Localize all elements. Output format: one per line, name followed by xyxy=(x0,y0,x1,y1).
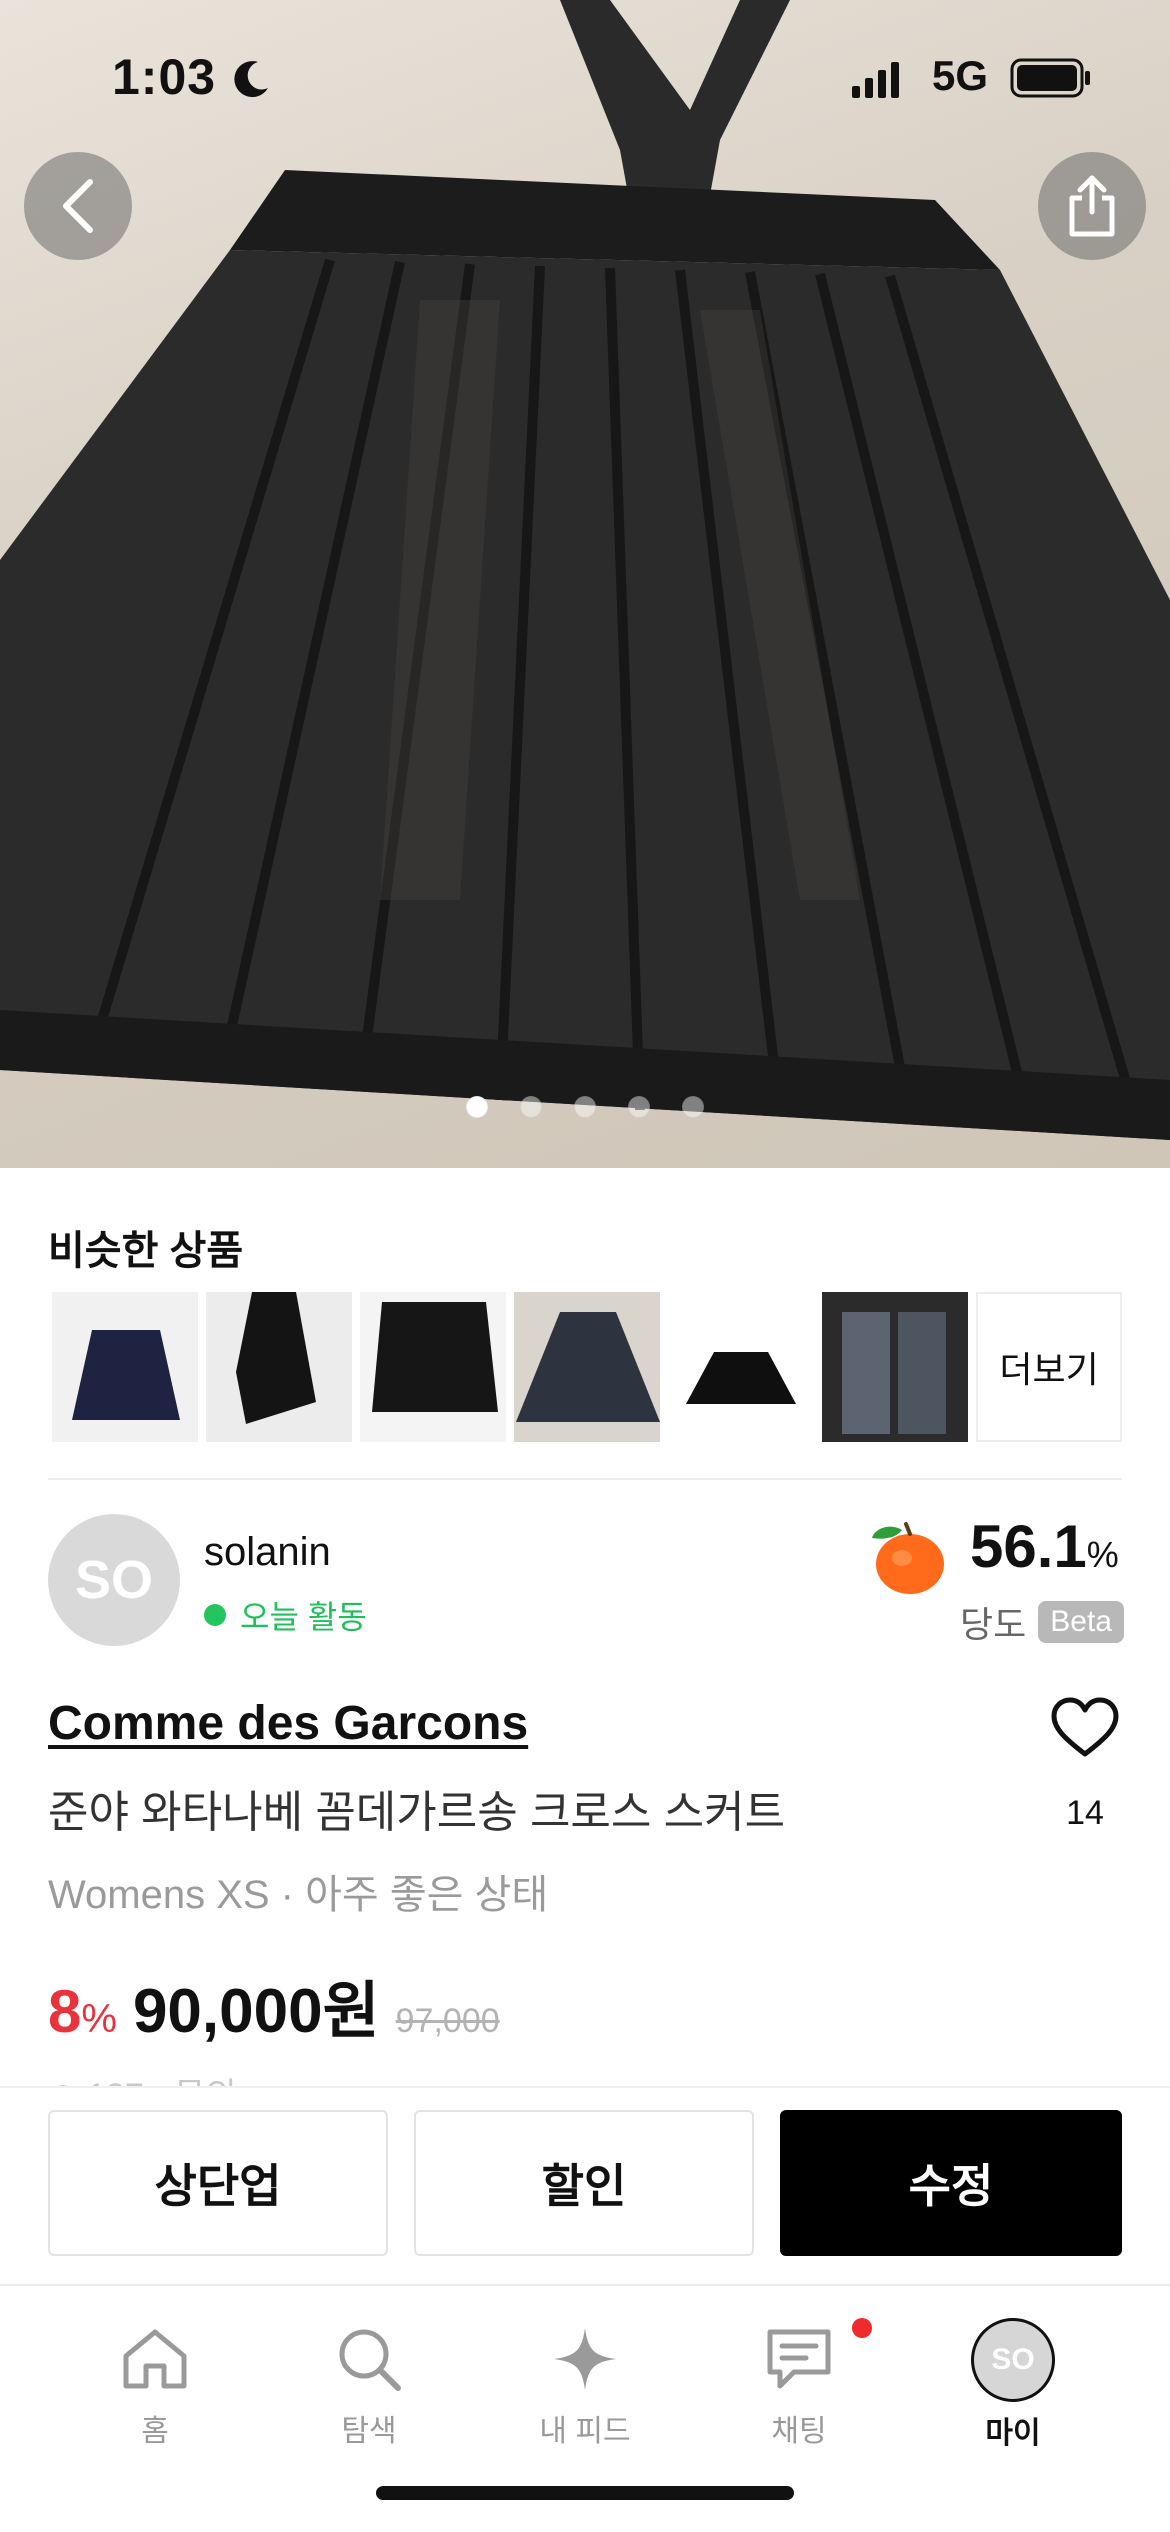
tab-label: 내 피드 xyxy=(539,2415,631,2448)
sweetness-label[interactable]: 당도 Beta xyxy=(960,1596,1124,1648)
share-button[interactable] xyxy=(1038,152,1146,260)
tab-label: 마이 xyxy=(985,2417,1041,2450)
similar-product-thumb[interactable] xyxy=(360,1292,506,1442)
seller-activity: 오늘 활동 xyxy=(204,1592,367,1638)
product-thumb-image xyxy=(514,1292,660,1442)
home-icon xyxy=(123,2329,187,2389)
similar-products-title: 비슷한 상품 xyxy=(48,1229,244,1273)
sweetness-label-text: 당도 xyxy=(960,1604,1027,1645)
moon-icon xyxy=(234,61,268,98)
carousel-dot[interactable] xyxy=(520,1096,542,1118)
seller-name[interactable]: solanin xyxy=(204,1530,331,1575)
status-time: 1:03 xyxy=(112,49,217,105)
share-icon xyxy=(1069,175,1115,237)
peach-icon xyxy=(872,1522,944,1594)
tab-home[interactable]: 홈 xyxy=(80,2326,230,2466)
chevron-left-icon xyxy=(63,179,93,233)
product-title: 준야 와타나베 꼼데가르송 크로스 스커트 xyxy=(48,1788,786,1837)
similar-product-thumb[interactable] xyxy=(52,1292,198,1442)
brand-link[interactable]: Comme des Garcons xyxy=(48,1696,528,1751)
skirt-illustration xyxy=(0,0,1170,1140)
tab-my-feed[interactable]: 내 피드 xyxy=(510,2326,660,2466)
battery-icon xyxy=(1010,58,1090,98)
original-price: 97,000 xyxy=(395,2002,500,2040)
profile-avatar-icon: SO xyxy=(971,2318,1055,2402)
chat-icon xyxy=(767,2329,831,2389)
product-thumb-image xyxy=(360,1292,506,1442)
edit-button[interactable]: 수정 xyxy=(780,2110,1122,2256)
discount-value: 8 xyxy=(48,1978,82,2045)
activity-label: 오늘 활동 xyxy=(240,1599,367,1635)
tab-label: 채팅 xyxy=(771,2415,827,2448)
discount-button[interactable]: 할인 xyxy=(414,2110,754,2256)
like-count: 14 xyxy=(1066,1794,1104,1832)
discount-unit: % xyxy=(81,1997,117,2041)
product-thumb-image xyxy=(822,1292,968,1442)
tab-label: 탐색 xyxy=(341,2415,397,2448)
online-dot-icon xyxy=(204,1604,226,1626)
carousel-dot[interactable] xyxy=(682,1096,704,1118)
sparkle-icon xyxy=(554,2328,616,2390)
search-icon xyxy=(339,2329,401,2391)
tab-explore[interactable]: 탐색 xyxy=(294,2326,444,2466)
action-bar: 상단업 할인 수정 xyxy=(0,2086,1170,2284)
discount-rate: 8% xyxy=(48,1977,117,2046)
section-divider xyxy=(48,1478,1122,1480)
seller-avatar[interactable]: SO xyxy=(48,1514,180,1646)
back-button[interactable] xyxy=(24,152,132,260)
bump-button[interactable]: 상단업 xyxy=(48,2110,388,2256)
similar-product-thumb[interactable] xyxy=(514,1292,660,1442)
product-meta: Womens XS · 아주 좋은 상태 xyxy=(48,1873,549,1917)
carousel-dot[interactable] xyxy=(574,1096,596,1118)
similar-product-thumb[interactable] xyxy=(822,1292,968,1442)
heart-icon[interactable] xyxy=(1050,1696,1120,1760)
tab-label: 홈 xyxy=(141,2415,169,2448)
views-count-peek: ◎ 137 · 문의 xyxy=(48,2068,237,2088)
tab-my[interactable]: SO 마이 xyxy=(938,2318,1088,2458)
carousel-dot[interactable] xyxy=(466,1096,488,1118)
score-unit: % xyxy=(1086,1534,1119,1575)
similar-product-thumb[interactable] xyxy=(668,1292,814,1442)
product-thumb-image xyxy=(52,1292,198,1442)
product-photo[interactable] xyxy=(0,0,1170,1168)
beta-badge: Beta xyxy=(1038,1601,1124,1643)
sweetness-score: 56.1% xyxy=(970,1512,1119,1581)
sale-price: 90,000원 xyxy=(132,1977,380,2046)
product-thumb-image xyxy=(206,1292,352,1442)
network-label: 5G xyxy=(932,52,989,99)
similar-product-thumb[interactable] xyxy=(206,1292,352,1442)
similar-products-strip: 더보기 xyxy=(52,1292,1123,1442)
score-value: 56.1 xyxy=(970,1513,1087,1580)
carousel-dot[interactable] xyxy=(628,1096,650,1118)
carousel-indicator xyxy=(0,1096,1170,1126)
signal-icon xyxy=(852,62,899,98)
price-row: 8% 90,000원 97,000 xyxy=(48,1960,500,2050)
tab-chat[interactable]: 채팅 xyxy=(724,2318,874,2466)
more-similar-button[interactable]: 더보기 xyxy=(976,1292,1123,1442)
home-indicator xyxy=(376,2486,794,2500)
product-thumb-image xyxy=(668,1292,814,1442)
notification-badge xyxy=(852,2318,872,2338)
status-bar: 1:03 5G xyxy=(0,0,1170,150)
